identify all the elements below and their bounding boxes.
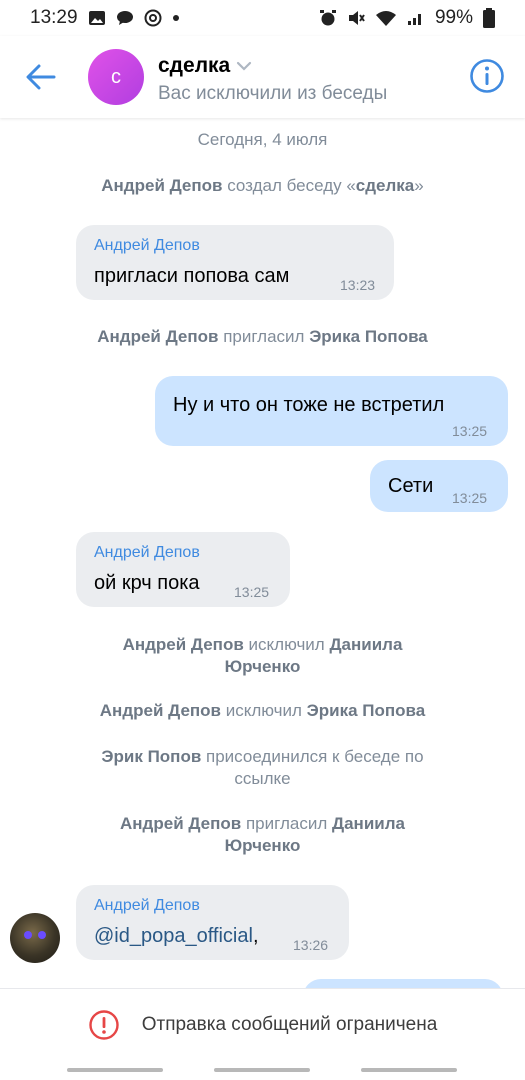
chat-title[interactable]: сделка bbox=[158, 54, 252, 78]
system-actor: Андрей Депов bbox=[101, 176, 223, 195]
system-message: Эрик Попов присоединился к беседе по ссы… bbox=[60, 746, 465, 790]
message-text: Ну и что он тоже не встретил bbox=[173, 394, 445, 416]
message-text: ой крч пока bbox=[94, 572, 200, 594]
nav-home-button[interactable] bbox=[214, 1068, 310, 1072]
system-action: пригласил bbox=[241, 814, 332, 833]
message-time: 13:25 bbox=[234, 584, 270, 600]
message-suffix: , bbox=[252, 925, 259, 947]
gallery-icon bbox=[88, 10, 106, 26]
system-nav-bar bbox=[0, 1060, 525, 1080]
message-text: @id_popa_official, bbox=[94, 925, 259, 948]
system-message: Андрей Депов пригласил Эрика Попова bbox=[60, 326, 465, 348]
system-actor: Эрик Попов bbox=[101, 747, 202, 766]
avatar-letter: с bbox=[111, 65, 121, 88]
incoming-message[interactable]: Андрей Депов @id_popa_official, 13:26 bbox=[76, 885, 349, 960]
chat-subtitle: Вас исключили из беседы bbox=[158, 83, 388, 104]
warning-icon bbox=[89, 1010, 119, 1040]
avatar-eye bbox=[38, 931, 46, 939]
message-author[interactable]: Андрей Депов bbox=[94, 544, 200, 562]
alarm-icon bbox=[319, 9, 337, 27]
back-button[interactable] bbox=[24, 60, 58, 94]
status-bar: 13:29 99% bbox=[0, 0, 525, 36]
mention-link[interactable]: @id_popa_official bbox=[94, 925, 253, 947]
system-actor: Андрей Депов bbox=[120, 814, 242, 833]
system-message: Андрей Депов создал беседу «сделка» bbox=[60, 175, 465, 197]
system-actor: Андрей Депов bbox=[97, 327, 219, 346]
chat-avatar[interactable]: с bbox=[88, 49, 144, 105]
system-target: Эрика Попова bbox=[309, 327, 428, 346]
avatar-eye bbox=[24, 931, 32, 939]
restriction-text: Отправка сообщений ограничена bbox=[141, 1014, 438, 1035]
incoming-message[interactable]: Андрей Депов ой крч пока 13:25 bbox=[76, 532, 290, 607]
system-target: Даниила bbox=[329, 635, 403, 654]
arrow-left-icon bbox=[26, 64, 56, 90]
system-target: Юрченко bbox=[224, 836, 301, 855]
system-action: пригласил bbox=[218, 327, 310, 346]
sender-avatar[interactable] bbox=[10, 913, 60, 963]
date-separator: Сегодня, 4 июля bbox=[197, 130, 328, 149]
system-actor: Андрей Депов bbox=[122, 635, 244, 654]
outgoing-message[interactable]: Ну и что он тоже не встретил 13:25 bbox=[155, 376, 508, 446]
system-action: исключил bbox=[243, 635, 330, 654]
message-time: 13:25 bbox=[452, 423, 488, 439]
system-message: Андрей Депов исключил Эрика Попова bbox=[60, 700, 465, 722]
status-time: 13:29 bbox=[30, 7, 78, 28]
signal-icon bbox=[407, 10, 425, 26]
info-button[interactable] bbox=[469, 58, 505, 94]
incoming-message[interactable]: Андрей Депов пригласи попова сам 13:23 bbox=[76, 225, 394, 300]
message-time: 13:26 bbox=[293, 937, 329, 953]
message-time: 13:23 bbox=[340, 277, 376, 293]
nav-recent-button[interactable] bbox=[67, 1068, 163, 1072]
outgoing-message[interactable]: Сети 13:25 bbox=[370, 460, 508, 512]
system-target: Даниила bbox=[331, 814, 405, 833]
dot-icon bbox=[172, 14, 180, 22]
system-target: Эрика Попова bbox=[306, 701, 426, 720]
message-list[interactable]: Сегодня, 4 июля Андрей Депов создал бесе… bbox=[0, 118, 525, 988]
system-message: Андрей Депов исключил Даниила Юрченко bbox=[60, 634, 465, 678]
mute-icon bbox=[347, 9, 365, 27]
message-author[interactable]: Андрей Депов bbox=[94, 897, 200, 915]
message-author[interactable]: Андрей Депов bbox=[94, 237, 200, 255]
battery-icon bbox=[483, 8, 495, 28]
message-text: пригласи попова сам bbox=[94, 265, 290, 287]
message-time: 13:25 bbox=[452, 490, 488, 506]
chat-bubble-icon bbox=[116, 10, 134, 26]
nav-back-button[interactable] bbox=[361, 1068, 457, 1072]
system-action: ссылке bbox=[234, 769, 291, 788]
system-message: Андрей Депов пригласил Даниила Юрченко bbox=[60, 813, 465, 857]
message-text: Сети bbox=[388, 475, 434, 497]
battery-percent: 99% bbox=[434, 7, 473, 28]
chevron-down-icon bbox=[237, 61, 252, 71]
wifi-icon bbox=[375, 9, 397, 27]
system-target: Юрченко bbox=[224, 657, 301, 676]
system-action: присоединился к беседе по bbox=[201, 747, 424, 766]
at-sign-icon bbox=[144, 9, 162, 27]
info-icon bbox=[470, 59, 504, 93]
system-target: сделка bbox=[355, 176, 415, 195]
outgoing-message[interactable] bbox=[303, 979, 503, 988]
system-action: исключил bbox=[221, 701, 307, 720]
chat-title-text: сделка bbox=[158, 54, 231, 77]
system-tail: » bbox=[414, 176, 424, 195]
system-action: создал беседу « bbox=[222, 176, 356, 195]
restriction-bar: Отправка сообщений ограничена bbox=[0, 988, 525, 1061]
system-actor: Андрей Депов bbox=[99, 701, 222, 720]
chat-header: с сделка Вас исключили из беседы bbox=[0, 36, 525, 118]
